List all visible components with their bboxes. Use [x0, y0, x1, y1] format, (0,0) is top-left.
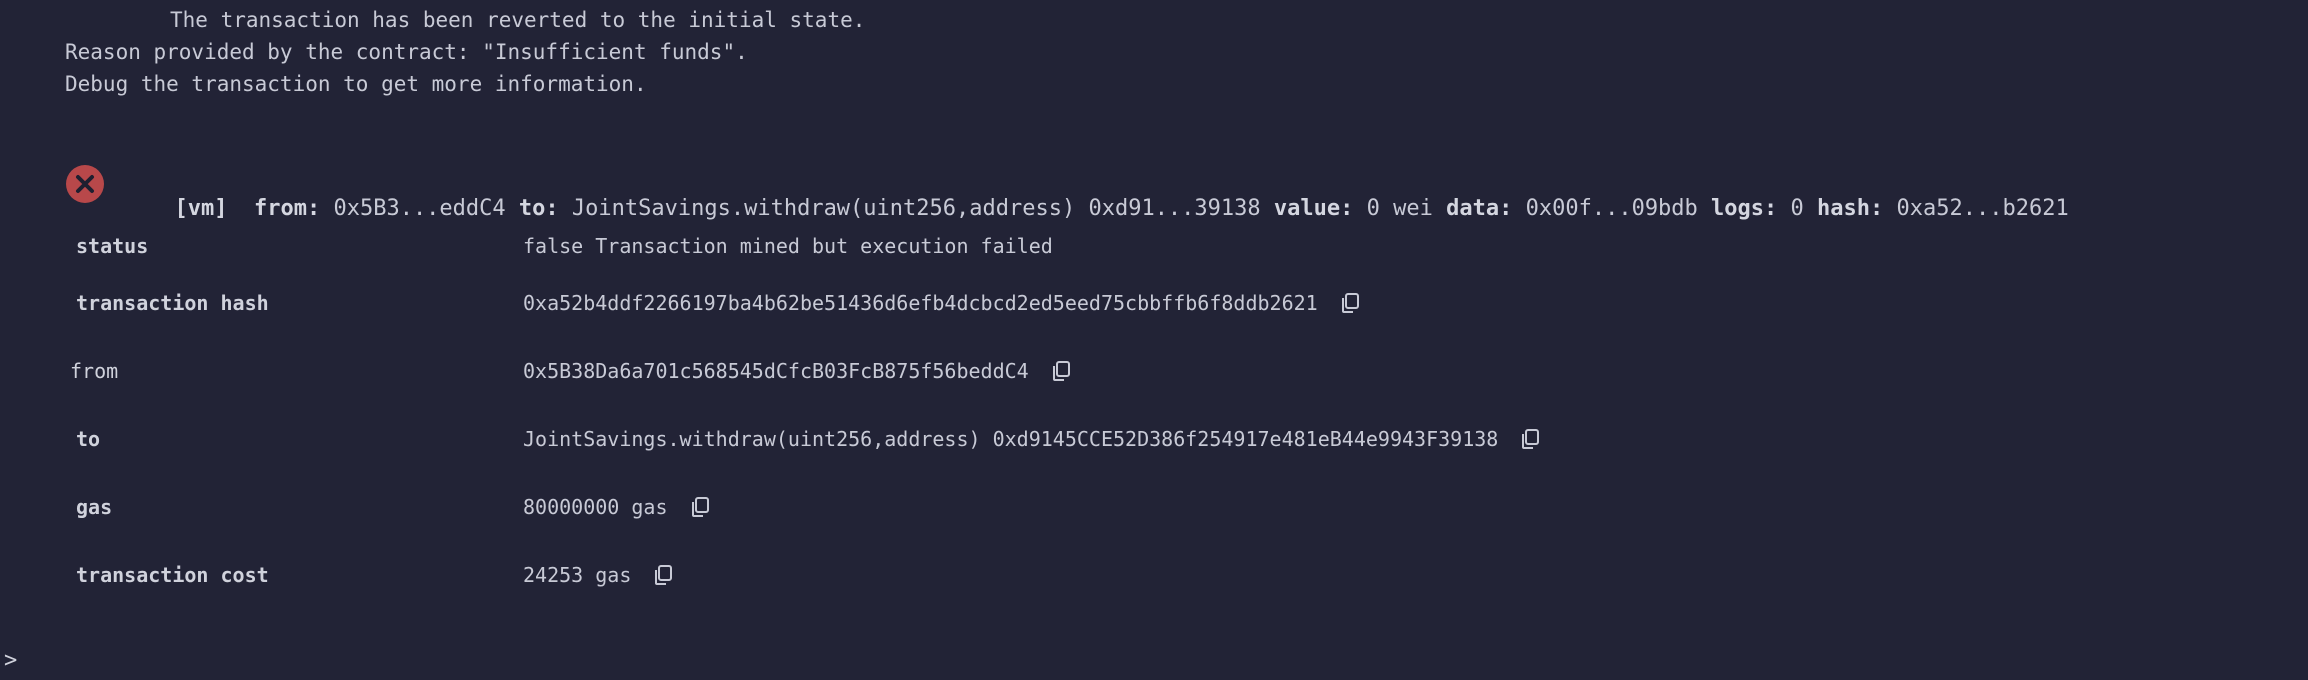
copy-icon[interactable]	[1340, 292, 1360, 314]
from-label: from	[70, 359, 119, 383]
from-value-text: 0x5B38Da6a701c568545dCfcB03FcB875f56bedd…	[523, 359, 1029, 383]
to-value-text: JointSavings.withdraw(uint256,address) 0…	[523, 427, 1499, 451]
env-badge: [vm]	[174, 196, 228, 221]
summary-to-value: JointSavings.withdraw(uint256,address) 0…	[571, 196, 1261, 221]
gas-label: gas	[76, 495, 113, 519]
summary-hash-value: 0xa52...b2621	[1896, 196, 2069, 221]
copy-icon[interactable]	[690, 496, 710, 518]
log-line-debug: Debug the transaction to get more inform…	[65, 72, 647, 96]
log-line-reverted: The transaction has been reverted to the…	[170, 8, 866, 32]
terminal-prompt[interactable]: >	[4, 648, 17, 673]
status-value-text: false Transaction mined but execution fa…	[523, 234, 1053, 258]
summary-from-key: from:	[253, 196, 321, 221]
gas-value: 80000000 gas	[523, 495, 710, 519]
transaction-cost-text: 24253 gas	[523, 563, 632, 587]
transaction-cost-label: transaction cost	[76, 563, 269, 587]
summary-to-key: to:	[518, 196, 559, 221]
from-value: 0x5B38Da6a701c568545dCfcB03FcB875f56bedd…	[523, 359, 1071, 383]
copy-icon[interactable]	[653, 564, 673, 586]
copy-icon[interactable]	[1051, 360, 1071, 382]
transaction-hash-label: transaction hash	[76, 291, 269, 315]
gas-value-text: 80000000 gas	[523, 495, 668, 519]
transaction-hash-text: 0xa52b4ddf2266197ba4b62be51436d6efb4dcbc…	[523, 291, 1318, 315]
to-value: JointSavings.withdraw(uint256,address) 0…	[523, 427, 1540, 451]
summary-data-key: data:	[1446, 196, 1513, 221]
error-x-icon[interactable]	[66, 165, 104, 203]
transaction-cost-value: 24253 gas	[523, 563, 673, 587]
summary-hash-key: hash:	[1817, 196, 1884, 221]
log-line-reason: Reason provided by the contract: "Insuff…	[65, 40, 748, 64]
summary-from-value: 0x5B3...eddC4	[333, 196, 506, 221]
summary-value-key: value:	[1273, 196, 1354, 221]
status-value: false Transaction mined but execution fa…	[523, 234, 1053, 258]
copy-icon[interactable]	[1520, 428, 1540, 450]
transaction-hash-value: 0xa52b4ddf2266197ba4b62be51436d6efb4dcbc…	[523, 291, 1360, 315]
summary-value-value: 0 wei	[1366, 196, 1433, 221]
summary-logs-value: 0	[1790, 196, 1804, 221]
summary-logs-key: logs:	[1711, 196, 1778, 221]
summary-data-value: 0x00f...09bdb	[1525, 196, 1698, 221]
to-label: to	[76, 427, 101, 451]
status-label: status	[76, 234, 149, 258]
transaction-summary[interactable]: [vm] from: 0x5B3...eddC4 to: JointSaving…	[148, 171, 2069, 221]
